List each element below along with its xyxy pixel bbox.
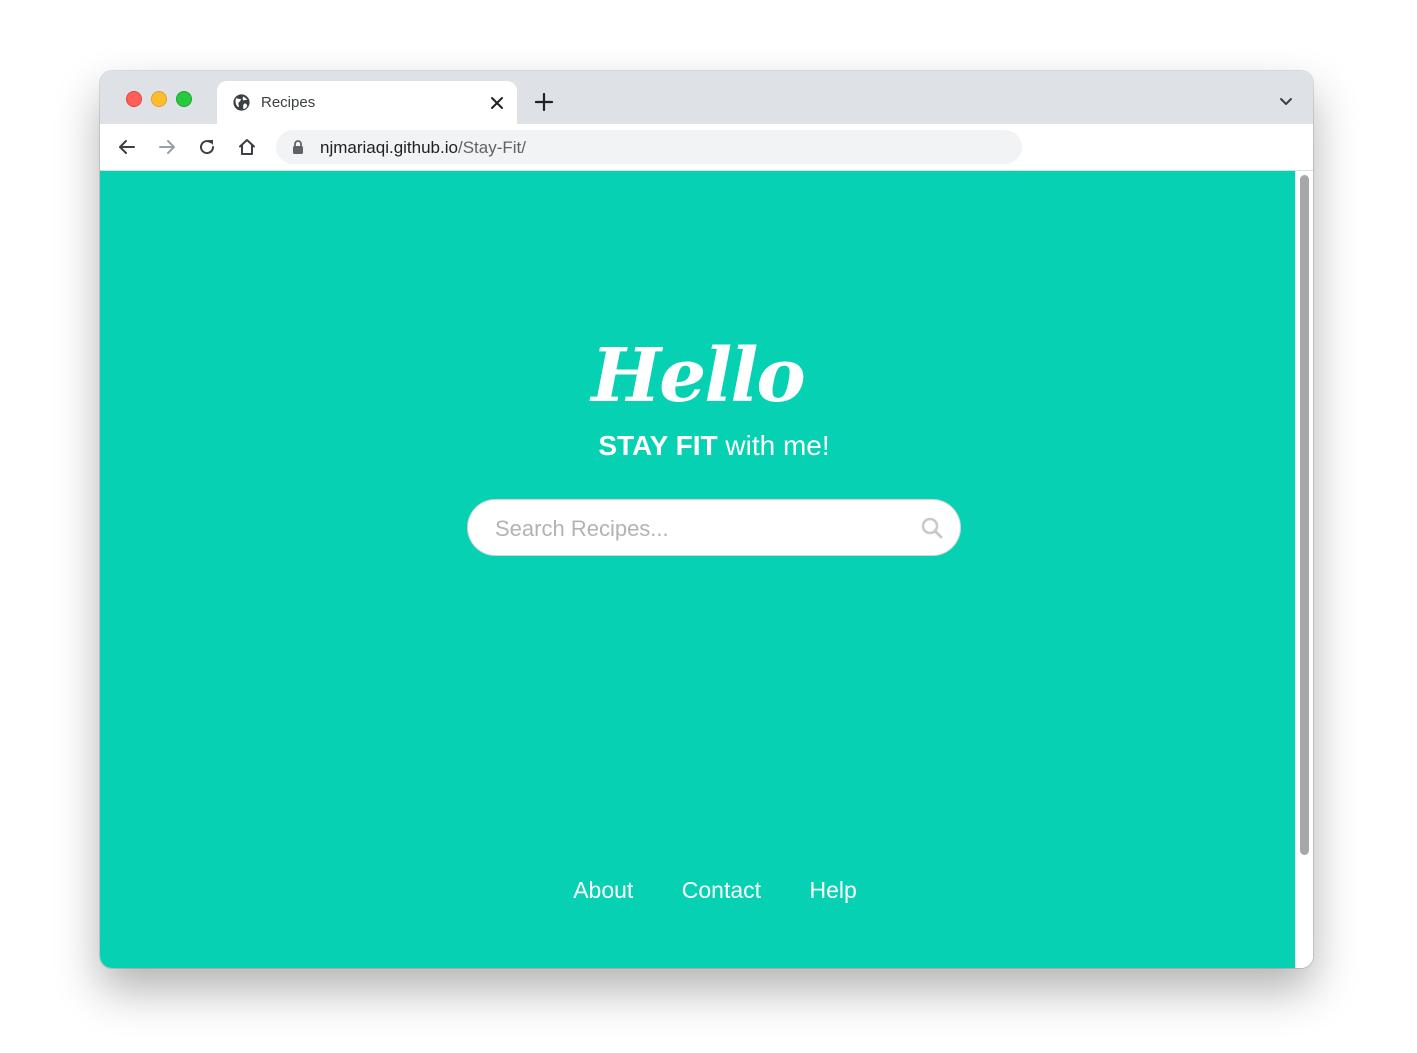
search-icon[interactable]	[920, 516, 944, 540]
scrollbar-thumb[interactable]	[1300, 175, 1309, 855]
tagline-bold: STAY FIT	[598, 430, 718, 461]
tagline-rest: with me!	[717, 430, 830, 461]
search-box	[468, 500, 960, 557]
tagline: STAY FIT with me!	[100, 430, 1313, 462]
browser-window: Recipes njmariaqi.github.io/Stay-Fit/ He…	[100, 71, 1313, 968]
footer-link-help[interactable]: Help	[809, 877, 856, 903]
arrow-right-icon[interactable]	[157, 137, 177, 157]
tab-recipes[interactable]: Recipes	[217, 81, 517, 124]
hello-heading: Hello	[591, 333, 806, 419]
reload-icon[interactable]	[197, 137, 217, 157]
scrollbar[interactable]	[1295, 171, 1313, 968]
close-window-button[interactable]	[126, 91, 142, 107]
url-text: njmariaqi.github.io/Stay-Fit/	[320, 138, 526, 158]
lock-icon	[293, 140, 303, 154]
footer-link-about[interactable]: About	[573, 877, 633, 903]
search-input[interactable]	[493, 500, 907, 557]
toolbar: njmariaqi.github.io/Stay-Fit/	[100, 124, 1313, 171]
chevron-down-icon[interactable]	[1279, 97, 1293, 107]
tab-title: Recipes	[261, 94, 316, 111]
url-path: /Stay-Fit/	[457, 138, 526, 157]
footer-nav: About Contact Help	[100, 877, 1313, 904]
footer-link-contact[interactable]: Contact	[682, 877, 761, 903]
page-content: Hello STAY FIT with me! About Contact He…	[100, 171, 1295, 968]
maximize-window-button[interactable]	[176, 91, 192, 107]
globe-icon	[233, 94, 250, 111]
plus-icon[interactable]	[535, 93, 553, 111]
home-icon[interactable]	[237, 137, 257, 157]
close-icon[interactable]	[489, 95, 505, 111]
url-host: njmariaqi.github.io	[320, 138, 458, 157]
address-bar[interactable]: njmariaqi.github.io/Stay-Fit/	[276, 130, 1022, 164]
arrow-left-icon[interactable]	[117, 137, 137, 157]
tab-bar: Recipes	[100, 71, 1313, 124]
minimize-window-button[interactable]	[151, 91, 167, 107]
